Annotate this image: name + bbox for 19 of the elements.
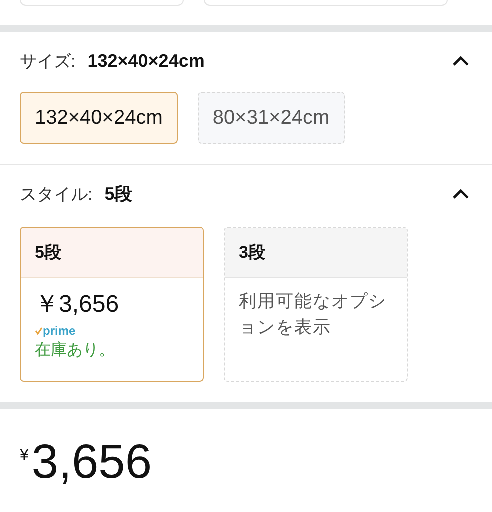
size-label: サイズ: xyxy=(20,50,76,72)
check-icon xyxy=(35,327,43,335)
style-value: 5段 xyxy=(104,183,133,206)
option-title: 3段 xyxy=(239,242,266,264)
price-amount: 3,656 xyxy=(32,439,152,487)
option-note: 利用可能なオプションを表示 xyxy=(239,290,388,340)
chevron-up-icon[interactable] xyxy=(452,188,470,200)
currency-symbol: ¥ xyxy=(20,447,29,465)
size-option[interactable]: 80×31×24cm xyxy=(198,92,345,144)
chevron-up-icon[interactable] xyxy=(452,55,470,67)
size-value: 132×40×24cm xyxy=(88,50,205,72)
style-option-card[interactable]: 5段 ￥3,656 prime 在庫あり。 xyxy=(20,227,204,382)
stock-status: 在庫あり。 xyxy=(35,340,116,361)
option-price: ￥3,656 xyxy=(35,290,120,320)
size-option[interactable]: 132×40×24cm xyxy=(20,92,178,144)
option-title: 5段 xyxy=(35,242,62,264)
prime-label: prime xyxy=(43,324,76,338)
style-option-card[interactable]: 3段 利用可能なオプションを表示 xyxy=(224,227,408,382)
style-label: スタイル: xyxy=(20,184,93,206)
